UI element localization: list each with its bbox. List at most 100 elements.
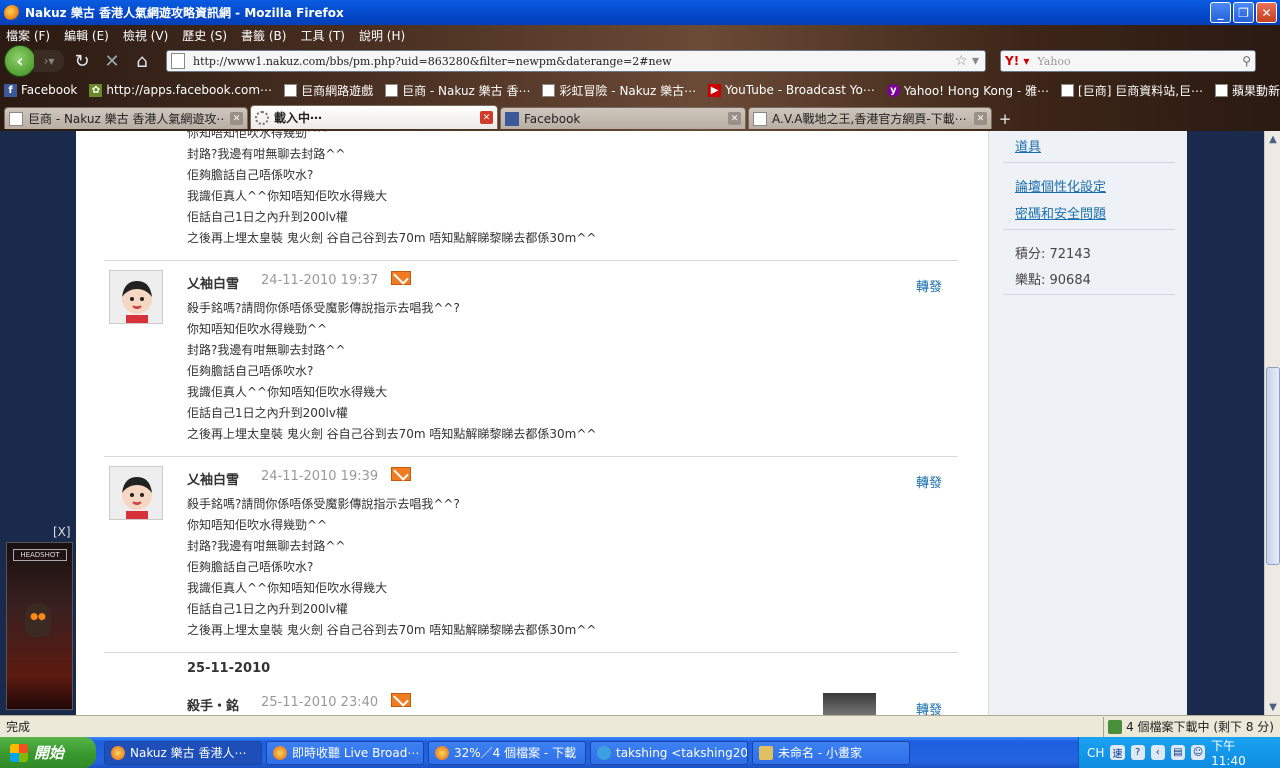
menu-file[interactable]: 檔案 (F) (6, 27, 50, 44)
messenger-tray-icon[interactable]: ☺ (1190, 745, 1206, 760)
avatar[interactable] (823, 693, 876, 715)
bookmark-item[interactable]: [巨商] 巨商資料站,巨⋯ (1061, 82, 1203, 99)
url-bar[interactable]: http://www1.nakuz.com/bbs/pm.php?uid=863… (166, 50, 986, 72)
close-tab-icon[interactable]: ✕ (230, 112, 243, 125)
message-author[interactable]: 乂袖白雪 (187, 273, 239, 292)
bookmark-star-icon[interactable]: ☆ ▾ (955, 53, 979, 69)
browser-chrome: 檔案 (F) 編輯 (E) 檢視 (V) 歷史 (S) 書籤 (B) 工具 (T… (0, 25, 1280, 131)
taskbar-item-msn[interactable]: takshing <takshing201⋯ (590, 740, 748, 765)
floating-ad[interactable]: [X] HEADSHOT (6, 525, 73, 710)
mail-icon[interactable] (391, 693, 411, 707)
scroll-thumb[interactable] (1266, 367, 1280, 565)
menu-help[interactable]: 說明 (H) (359, 27, 405, 44)
bookmark-item[interactable]: ✿ http://apps.facebook.com⋯ (89, 83, 272, 97)
reload-icon[interactable]: ↻ (70, 50, 94, 72)
tab-label: A.V.A戰地之王,香港官方網頁-下載⋯ (772, 112, 967, 126)
minimize-button[interactable]: _ (1210, 2, 1231, 23)
search-bar[interactable]: Y! ▾ Yahoo ⚲ (1000, 50, 1256, 72)
search-icon[interactable]: ⚲ (1242, 54, 1251, 68)
scroll-down-icon[interactable]: ▼ (1265, 699, 1280, 715)
taskbar-item-live[interactable]: 即時收聽 Live Broad⋯ (266, 740, 424, 765)
menu-tools[interactable]: 工具 (T) (300, 27, 345, 44)
taskbar-label: 32%／4 個檔案 - 下載 (454, 746, 577, 760)
apps-icon: ✿ (89, 83, 103, 97)
mail-icon[interactable] (391, 467, 411, 481)
vertical-scrollbar[interactable]: ▲ ▼ (1264, 131, 1280, 715)
input-method-icon[interactable]: 速 (1110, 745, 1125, 760)
menu-bar: 檔案 (F) 編輯 (E) 檢視 (V) 歷史 (S) 書籤 (B) 工具 (T… (0, 25, 1280, 45)
menu-view[interactable]: 檢視 (V) (123, 27, 168, 44)
forward-link[interactable]: 轉發 (916, 699, 942, 715)
search-input[interactable]: Yahoo (1037, 55, 1242, 68)
bookmark-item[interactable]: y Yahoo! Hong Kong - 雅⋯ (886, 82, 1049, 99)
close-tab-icon[interactable]: ✕ (728, 112, 741, 125)
avatar[interactable] (109, 270, 163, 324)
clock[interactable]: 下午 11:40 (1211, 737, 1270, 768)
menu-edit[interactable]: 編輯 (E) (64, 27, 109, 44)
taskbar-item-downloads[interactable]: 32%／4 個檔案 - 下載 (428, 740, 586, 765)
help-icon[interactable]: ? (1130, 745, 1145, 760)
window-title: Nakuz 樂古 香港人氣網遊攻略資訊網 - Mozilla Firefox (25, 6, 344, 20)
stop-icon[interactable]: ✕ (100, 50, 124, 72)
url-text[interactable]: http://www1.nakuz.com/bbs/pm.php?uid=863… (193, 55, 955, 68)
bookmark-label: http://apps.facebook.com⋯ (106, 83, 273, 97)
network-icon[interactable]: ▤ (1170, 745, 1185, 760)
close-tab-icon[interactable]: ✕ (974, 112, 987, 125)
bookmark-item[interactable]: 巨商網路遊戲 (284, 82, 373, 99)
tab-facebook[interactable]: Facebook ✕ (500, 107, 746, 129)
message-line: 佢話自己1日之內升到200lv權 (187, 210, 348, 224)
close-tab-icon[interactable]: ✕ (480, 111, 493, 124)
paint-icon (759, 745, 773, 760)
message-line: 封路?我邊有咁無聊去封路^^ (187, 343, 346, 357)
window-titlebar: Nakuz 樂古 香港人氣網遊攻略資訊網 - Mozilla Firefox _… (0, 0, 1280, 25)
loading-spinner-icon (255, 110, 269, 125)
bookmark-label: [巨商] 巨商資料站,巨⋯ (1078, 83, 1204, 98)
bookmark-item[interactable]: ▶ YouTube - Broadcast Yo⋯ (708, 83, 875, 97)
taskbar-label: 未命名 - 小畫家 (778, 746, 862, 760)
tray-expand-icon[interactable]: ‹ (1150, 745, 1165, 760)
menu-history[interactable]: 歷史 (S) (182, 27, 227, 44)
bookmark-item[interactable]: f Facebook (4, 83, 77, 97)
download-status[interactable]: 4 個檔案下載中 (剩下 8 分) (1103, 716, 1280, 737)
message-author[interactable]: 乂袖白雪 (187, 469, 239, 488)
menu-bookmarks[interactable]: 書籤 (B) (241, 27, 286, 44)
tab-jushang[interactable]: 巨商 - Nakuz 樂古 香港人氣網遊攻⋯ ✕ (4, 107, 248, 129)
message-line: 你知唔知佢吹水得幾勁^^ (187, 322, 328, 336)
sidebar-link-forum-settings[interactable]: 論壇個性化設定 (1015, 176, 1106, 195)
sidebar-link-items[interactable]: 道具 (1015, 136, 1041, 155)
mail-icon[interactable] (391, 271, 411, 285)
start-button[interactable]: 開始 (0, 737, 96, 768)
bookmark-item[interactable]: 彩虹冒險 - Nakuz 樂古⋯ (542, 82, 696, 99)
forward-link[interactable]: 轉發 (916, 276, 942, 295)
close-ad-button[interactable]: [X] (53, 525, 71, 539)
bookmark-item[interactable]: 巨商 - Nakuz 樂古 香⋯ (385, 82, 530, 99)
firefox-icon (4, 4, 20, 21)
home-icon[interactable]: ⌂ (130, 50, 154, 72)
ime-indicator[interactable]: CH (1087, 746, 1104, 760)
tab-loading[interactable]: 載入中⋯ ✕ (250, 105, 498, 129)
tab-label: Facebook (524, 111, 581, 126)
windows-taskbar: 開始 Nakuz 樂古 香港人⋯ 即時收聽 Live Broad⋯ 32%／4 … (0, 737, 1280, 768)
yahoo-icon[interactable]: Y! ▾ (1005, 54, 1029, 68)
avatar[interactable] (109, 466, 163, 520)
message-author[interactable]: 殺手・銘 (187, 695, 239, 714)
facebook-icon: f (4, 83, 17, 97)
page-icon (171, 53, 185, 69)
close-window-button[interactable]: ✕ (1256, 2, 1277, 23)
sidebar-link-password[interactable]: 密碼和安全問題 (1015, 203, 1106, 222)
navigation-toolbar: ‹ ›▾ ↻ ✕ ⌂ http://www1.nakuz.com/bbs/pm.… (0, 45, 1280, 77)
new-tab-button[interactable]: + (994, 109, 1016, 129)
message-line: 我識佢真人^^你知唔知佢吹水得幾大 (187, 581, 388, 595)
start-label: 開始 (34, 744, 65, 762)
taskbar-item-paint[interactable]: 未命名 - 小畫家 (752, 740, 910, 765)
pm-message-list: 你知唔知佢吹水得幾勁^^ 封路?我邊有咁無聊去封路^^ 佢夠膽話自己唔係吹水? … (76, 131, 988, 715)
restore-button[interactable]: ❐ (1233, 2, 1254, 23)
back-button[interactable]: ‹ (4, 45, 36, 77)
taskbar-item-firefox[interactable]: Nakuz 樂古 香港人⋯ (104, 740, 262, 765)
bookmark-item[interactable]: 蘋果動新聞 (1215, 82, 1280, 99)
forward-link[interactable]: 轉發 (916, 472, 942, 491)
forward-button[interactable]: ›▾ (34, 50, 64, 72)
tab-ava[interactable]: A.V.A戰地之王,香港官方網頁-下載⋯ ✕ (748, 107, 992, 129)
message-line: 佢夠膽話自己唔係吹水? (187, 364, 314, 378)
scroll-up-icon[interactable]: ▲ (1265, 131, 1280, 147)
